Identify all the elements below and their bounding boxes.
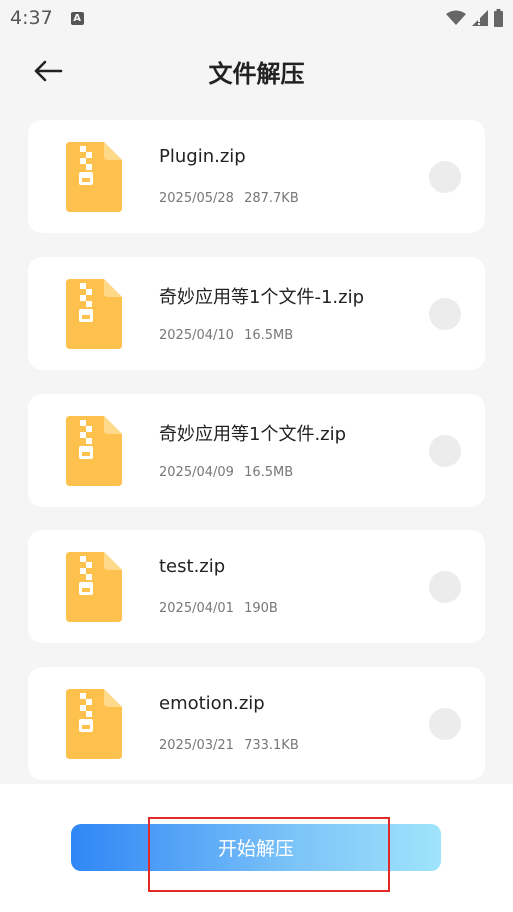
file-item[interactable]: test.zip 2025/04/01 190B xyxy=(28,530,485,643)
zip-file-icon xyxy=(66,279,122,349)
status-left: 4:37 A xyxy=(10,7,84,29)
file-item[interactable]: Plugin.zip 2025/05/28 287.7KB xyxy=(28,120,485,233)
page-title: 文件解压 xyxy=(208,59,305,88)
wifi-icon xyxy=(446,10,466,25)
file-name: 奇妙应用等1个文件.zip xyxy=(159,424,347,445)
start-extract-button[interactable]: 开始解压 xyxy=(71,824,441,871)
file-size: 16.5MB xyxy=(244,328,294,343)
select-radio[interactable] xyxy=(429,708,461,740)
file-size: 16.5MB xyxy=(244,465,294,480)
file-date: 2025/04/01 xyxy=(159,601,234,616)
select-radio[interactable] xyxy=(429,298,461,330)
file-name: emotion.zip xyxy=(159,693,265,714)
status-bar: 4:37 A xyxy=(0,0,513,36)
file-meta: 2025/04/01 190B xyxy=(159,601,278,616)
file-date: 2025/05/28 xyxy=(159,191,234,206)
back-button[interactable] xyxy=(30,54,66,88)
file-item[interactable]: emotion.zip 2025/03/21 733.1KB xyxy=(28,667,485,780)
file-meta: 2025/04/09 16.5MB xyxy=(159,465,293,480)
status-time: 4:37 xyxy=(10,7,53,29)
select-radio[interactable] xyxy=(429,435,461,467)
bottom-bar: 开始解压 xyxy=(0,784,513,912)
header: 文件解压 xyxy=(0,36,513,106)
zip-file-icon xyxy=(66,416,122,486)
file-date: 2025/03/21 xyxy=(159,738,234,753)
file-size: 287.7KB xyxy=(244,191,299,206)
zip-file-icon xyxy=(66,689,122,759)
file-date: 2025/04/10 xyxy=(159,328,234,343)
file-date: 2025/04/09 xyxy=(159,465,234,480)
notification-app-icon: A xyxy=(70,11,84,25)
select-radio[interactable] xyxy=(429,571,461,603)
file-name: test.zip xyxy=(159,556,226,577)
file-item[interactable]: 奇妙应用等1个文件-1.zip 2025/04/10 16.5MB xyxy=(28,257,485,370)
signal-icon xyxy=(472,10,488,26)
zip-file-icon xyxy=(66,142,122,212)
file-list[interactable]: Plugin.zip 2025/05/28 287.7KB 奇妙应用等1个文件-… xyxy=(0,106,513,784)
file-meta: 2025/05/28 287.7KB xyxy=(159,191,299,206)
battery-icon xyxy=(494,9,503,27)
status-right xyxy=(446,9,503,27)
file-meta: 2025/04/10 16.5MB xyxy=(159,328,293,343)
file-name: 奇妙应用等1个文件-1.zip xyxy=(159,287,364,308)
file-size: 190B xyxy=(244,601,278,616)
select-radio[interactable] xyxy=(429,161,461,193)
file-name: Plugin.zip xyxy=(159,146,246,167)
file-meta: 2025/03/21 733.1KB xyxy=(159,738,299,753)
arrow-left-icon xyxy=(34,60,63,82)
zip-file-icon xyxy=(66,552,122,622)
file-size: 733.1KB xyxy=(244,738,299,753)
file-item[interactable]: 奇妙应用等1个文件.zip 2025/04/09 16.5MB xyxy=(28,394,485,507)
